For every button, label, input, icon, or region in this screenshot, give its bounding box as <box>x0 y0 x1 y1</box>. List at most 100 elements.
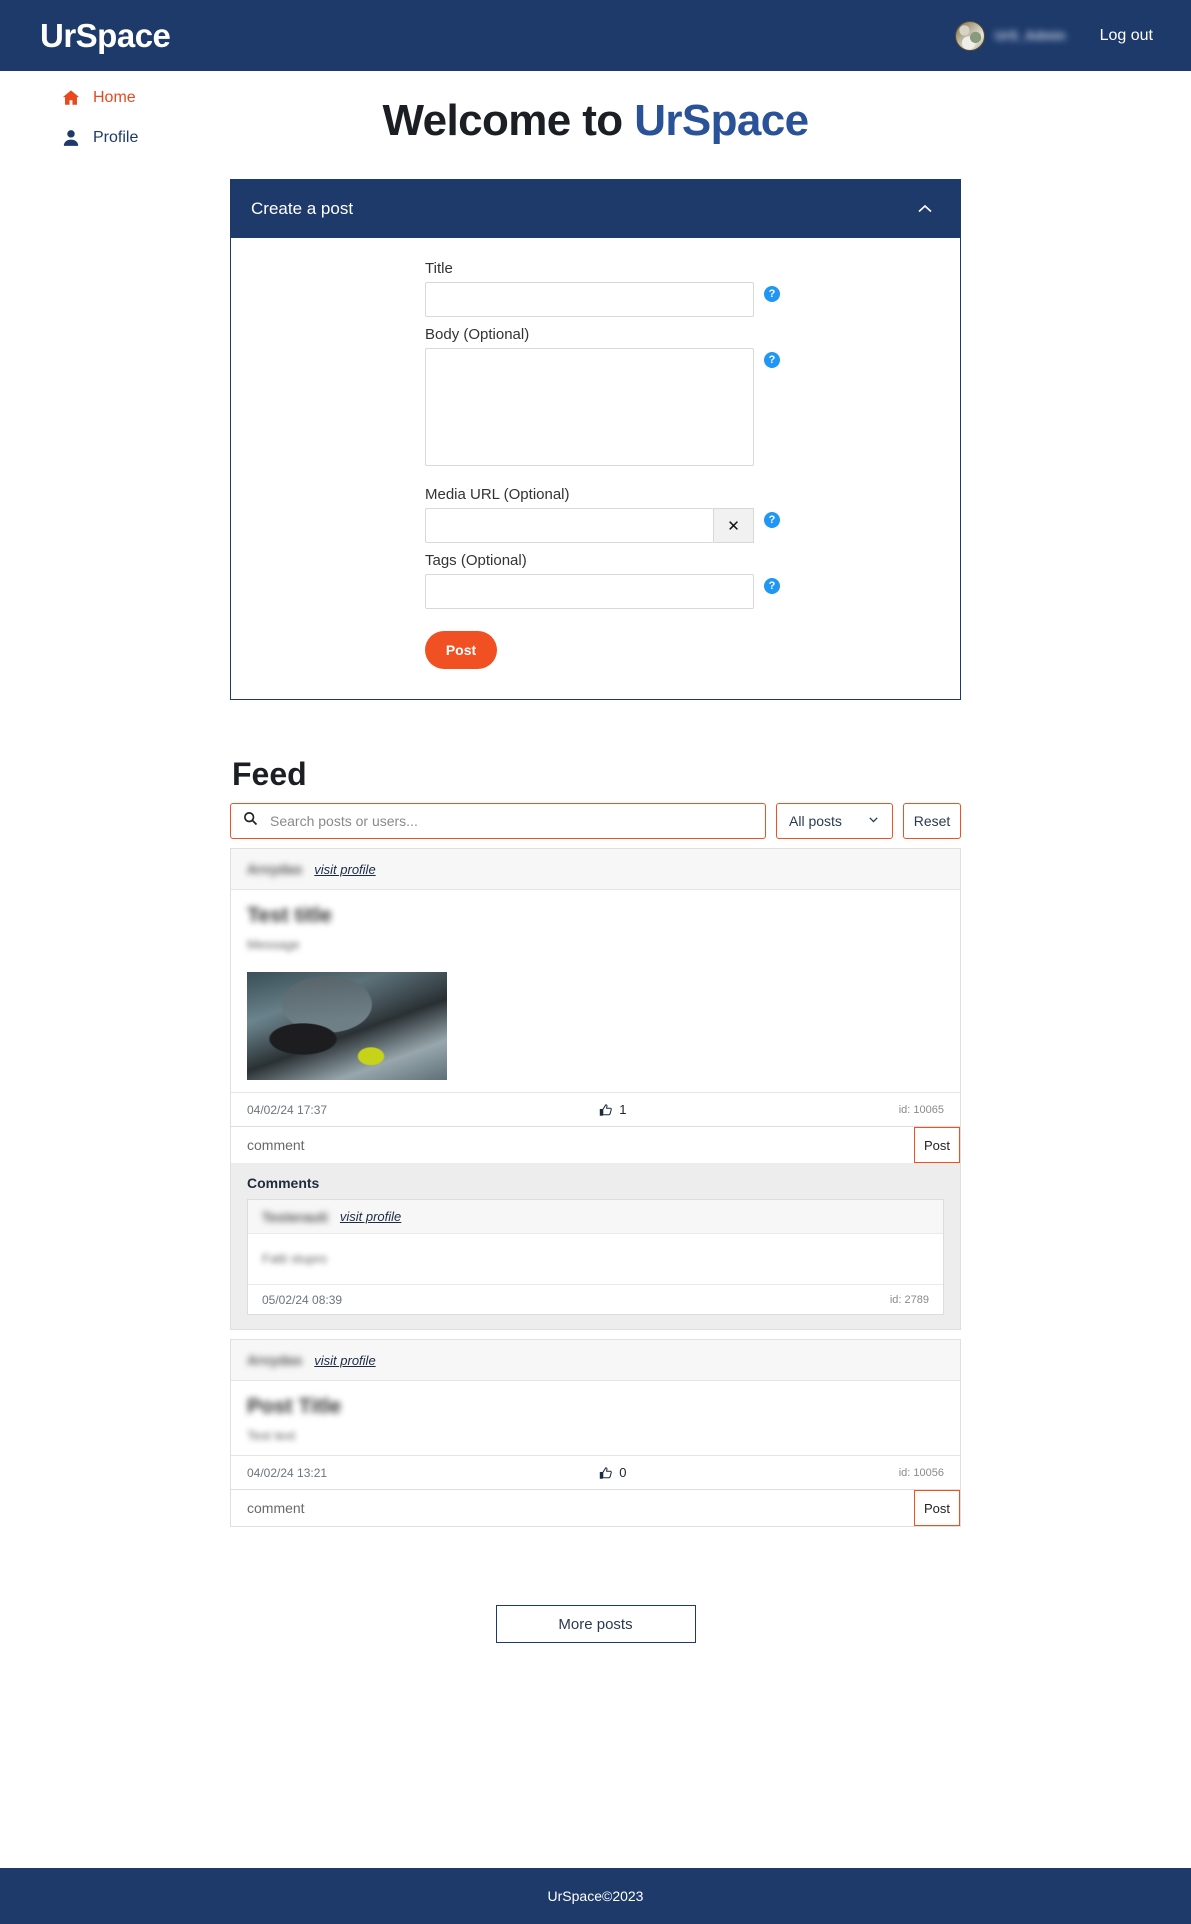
post-like-group[interactable]: 0 <box>327 1465 899 1480</box>
body-field-col: Body (Optional) <box>425 326 754 471</box>
close-icon[interactable]: ✕ <box>713 508 754 543</box>
logout-link[interactable]: Log out <box>1100 27 1153 45</box>
post-body: Post Title Test text <box>231 1381 960 1455</box>
comment-meta: 05/02/24 08:39 id: 2789 <box>248 1284 943 1314</box>
comment-post-button[interactable]: Post <box>914 1127 960 1163</box>
sidebar-item-label: Home <box>93 89 136 106</box>
sidebar: Home Profile <box>0 71 200 169</box>
post-text: Test text <box>247 1428 296 1443</box>
post-title: Test title <box>247 904 332 927</box>
sidebar-item-label: Profile <box>93 129 139 146</box>
filter-selected-label: All posts <box>789 813 842 829</box>
comment-author: Testerauti <box>262 1208 328 1225</box>
page-footer: UrSpace©2023 <box>0 1868 1191 1924</box>
comment-composer: Post <box>231 1489 960 1526</box>
comment-header: Testerauti visit profile <box>248 1200 943 1234</box>
comment-id: id: 2789 <box>889 1293 929 1306</box>
username-label: UrS_Admin <box>994 28 1066 43</box>
media-field-col: Media URL (Optional) ✕ <box>425 486 754 543</box>
comment-body: Fatti stupro <box>248 1234 943 1284</box>
navbar-right: UrS_Admin Log out <box>954 20 1153 51</box>
post-author: Arvydas <box>247 1352 303 1368</box>
media-label: Media URL (Optional) <box>425 486 570 503</box>
tags-field-row: Tags (Optional) ? <box>231 552 960 609</box>
thumbs-up-icon[interactable] <box>599 1103 613 1117</box>
post-id: id: 10056 <box>898 1466 944 1479</box>
post-media-image <box>247 972 447 1080</box>
create-post-panel: Create a post Title ? Body (Optional) ? … <box>230 179 961 700</box>
chevron-down-icon <box>867 813 880 829</box>
comments-heading: Comments <box>247 1175 320 1191</box>
visit-profile-link[interactable]: visit profile <box>340 1209 401 1224</box>
title-field-row: Title ? <box>231 260 960 317</box>
user-chip[interactable]: UrS_Admin <box>954 20 1066 51</box>
body-help-icon[interactable]: ? <box>764 352 780 368</box>
home-icon <box>62 89 80 107</box>
post-timestamp: 04/02/24 17:37 <box>247 1102 328 1117</box>
media-field-row: Media URL (Optional) ✕ ? <box>231 486 960 543</box>
title-input[interactable] <box>425 282 754 317</box>
post-meta: 04/02/24 17:37 1 id: 10065 <box>231 1092 960 1126</box>
title-help-icon[interactable]: ? <box>764 286 780 302</box>
more-posts-wrap: More posts <box>230 1605 961 1643</box>
person-icon <box>62 129 80 147</box>
submit-post-button[interactable]: Post <box>425 631 497 669</box>
search-box[interactable] <box>230 803 766 839</box>
post-timestamp: 04/02/24 13:21 <box>247 1465 328 1480</box>
sidebar-item-profile[interactable]: Profile <box>62 129 200 147</box>
reset-button[interactable]: Reset <box>903 803 961 839</box>
body-textarea[interactable] <box>425 348 754 466</box>
media-help-icon[interactable]: ? <box>764 512 780 528</box>
chevron-up-icon[interactable] <box>914 198 936 220</box>
post-header: Arvydas visit profile <box>231 1340 960 1381</box>
comment-input[interactable] <box>231 1127 914 1163</box>
visit-profile-link[interactable]: visit profile <box>314 862 375 877</box>
post-id: id: 10065 <box>898 1103 944 1116</box>
post-text: Message <box>247 937 300 952</box>
brand-logo[interactable]: UrSpace <box>40 19 171 52</box>
feed-heading: Feed <box>232 756 307 792</box>
post-author: Arvydas <box>247 861 303 877</box>
post-like-group[interactable]: 1 <box>327 1102 899 1117</box>
create-post-body: Title ? Body (Optional) ? Media URL (Opt… <box>231 238 960 699</box>
post-inner: Arvydas visit profile Post Title Test te… <box>231 1340 960 1526</box>
search-input[interactable] <box>268 812 753 830</box>
media-url-input[interactable] <box>425 508 713 543</box>
comment-timestamp: 05/02/24 08:39 <box>262 1292 343 1307</box>
post-header: Arvydas visit profile <box>231 849 960 890</box>
comment-post-button[interactable]: Post <box>914 1490 960 1526</box>
post-meta: 04/02/24 13:21 0 id: 10056 <box>231 1455 960 1489</box>
title-label: Title <box>425 260 453 277</box>
title-field-col: Title <box>425 260 754 317</box>
feed-section: Feed All posts Reset Arvydas visit profi… <box>230 756 961 1643</box>
post-title: Post Title <box>247 1395 342 1418</box>
create-post-title: Create a post <box>251 199 354 218</box>
visit-profile-link[interactable]: visit profile <box>314 1353 375 1368</box>
filter-select[interactable]: All posts <box>776 803 893 839</box>
tags-field-col: Tags (Optional) <box>425 552 754 609</box>
tags-input[interactable] <box>425 574 754 609</box>
sidebar-item-home[interactable]: Home <box>62 89 200 107</box>
comment-input[interactable] <box>231 1490 914 1526</box>
post-inner: Arvydas visit profile Test title Message… <box>231 849 960 1163</box>
tags-help-icon[interactable]: ? <box>764 578 780 594</box>
comment-card: Testerauti visit profile Fatti stupro 05… <box>247 1199 944 1315</box>
tags-label: Tags (Optional) <box>425 552 527 569</box>
body-field-row: Body (Optional) ? <box>231 326 960 471</box>
media-input-group: ✕ <box>425 508 754 543</box>
post-like-count: 0 <box>619 1465 627 1480</box>
post-card: Arvydas visit profile Test title Message… <box>230 848 961 1330</box>
page-title-accent: UrSpace <box>634 96 809 145</box>
comment-text: Fatti stupro <box>262 1251 328 1266</box>
footer-text: UrSpace©2023 <box>547 1888 644 1904</box>
feed-controls: All posts Reset <box>230 803 961 839</box>
more-posts-button[interactable]: More posts <box>495 1605 696 1643</box>
page-title-prefix: Welcome to <box>382 96 635 145</box>
avatar <box>954 20 985 51</box>
post-body: Test title Message <box>231 890 960 1092</box>
search-icon <box>243 811 258 831</box>
thumbs-up-icon[interactable] <box>599 1466 613 1480</box>
post-card: Arvydas visit profile Post Title Test te… <box>230 1339 961 1527</box>
post-like-count: 1 <box>619 1102 627 1117</box>
create-post-header[interactable]: Create a post <box>231 180 960 238</box>
